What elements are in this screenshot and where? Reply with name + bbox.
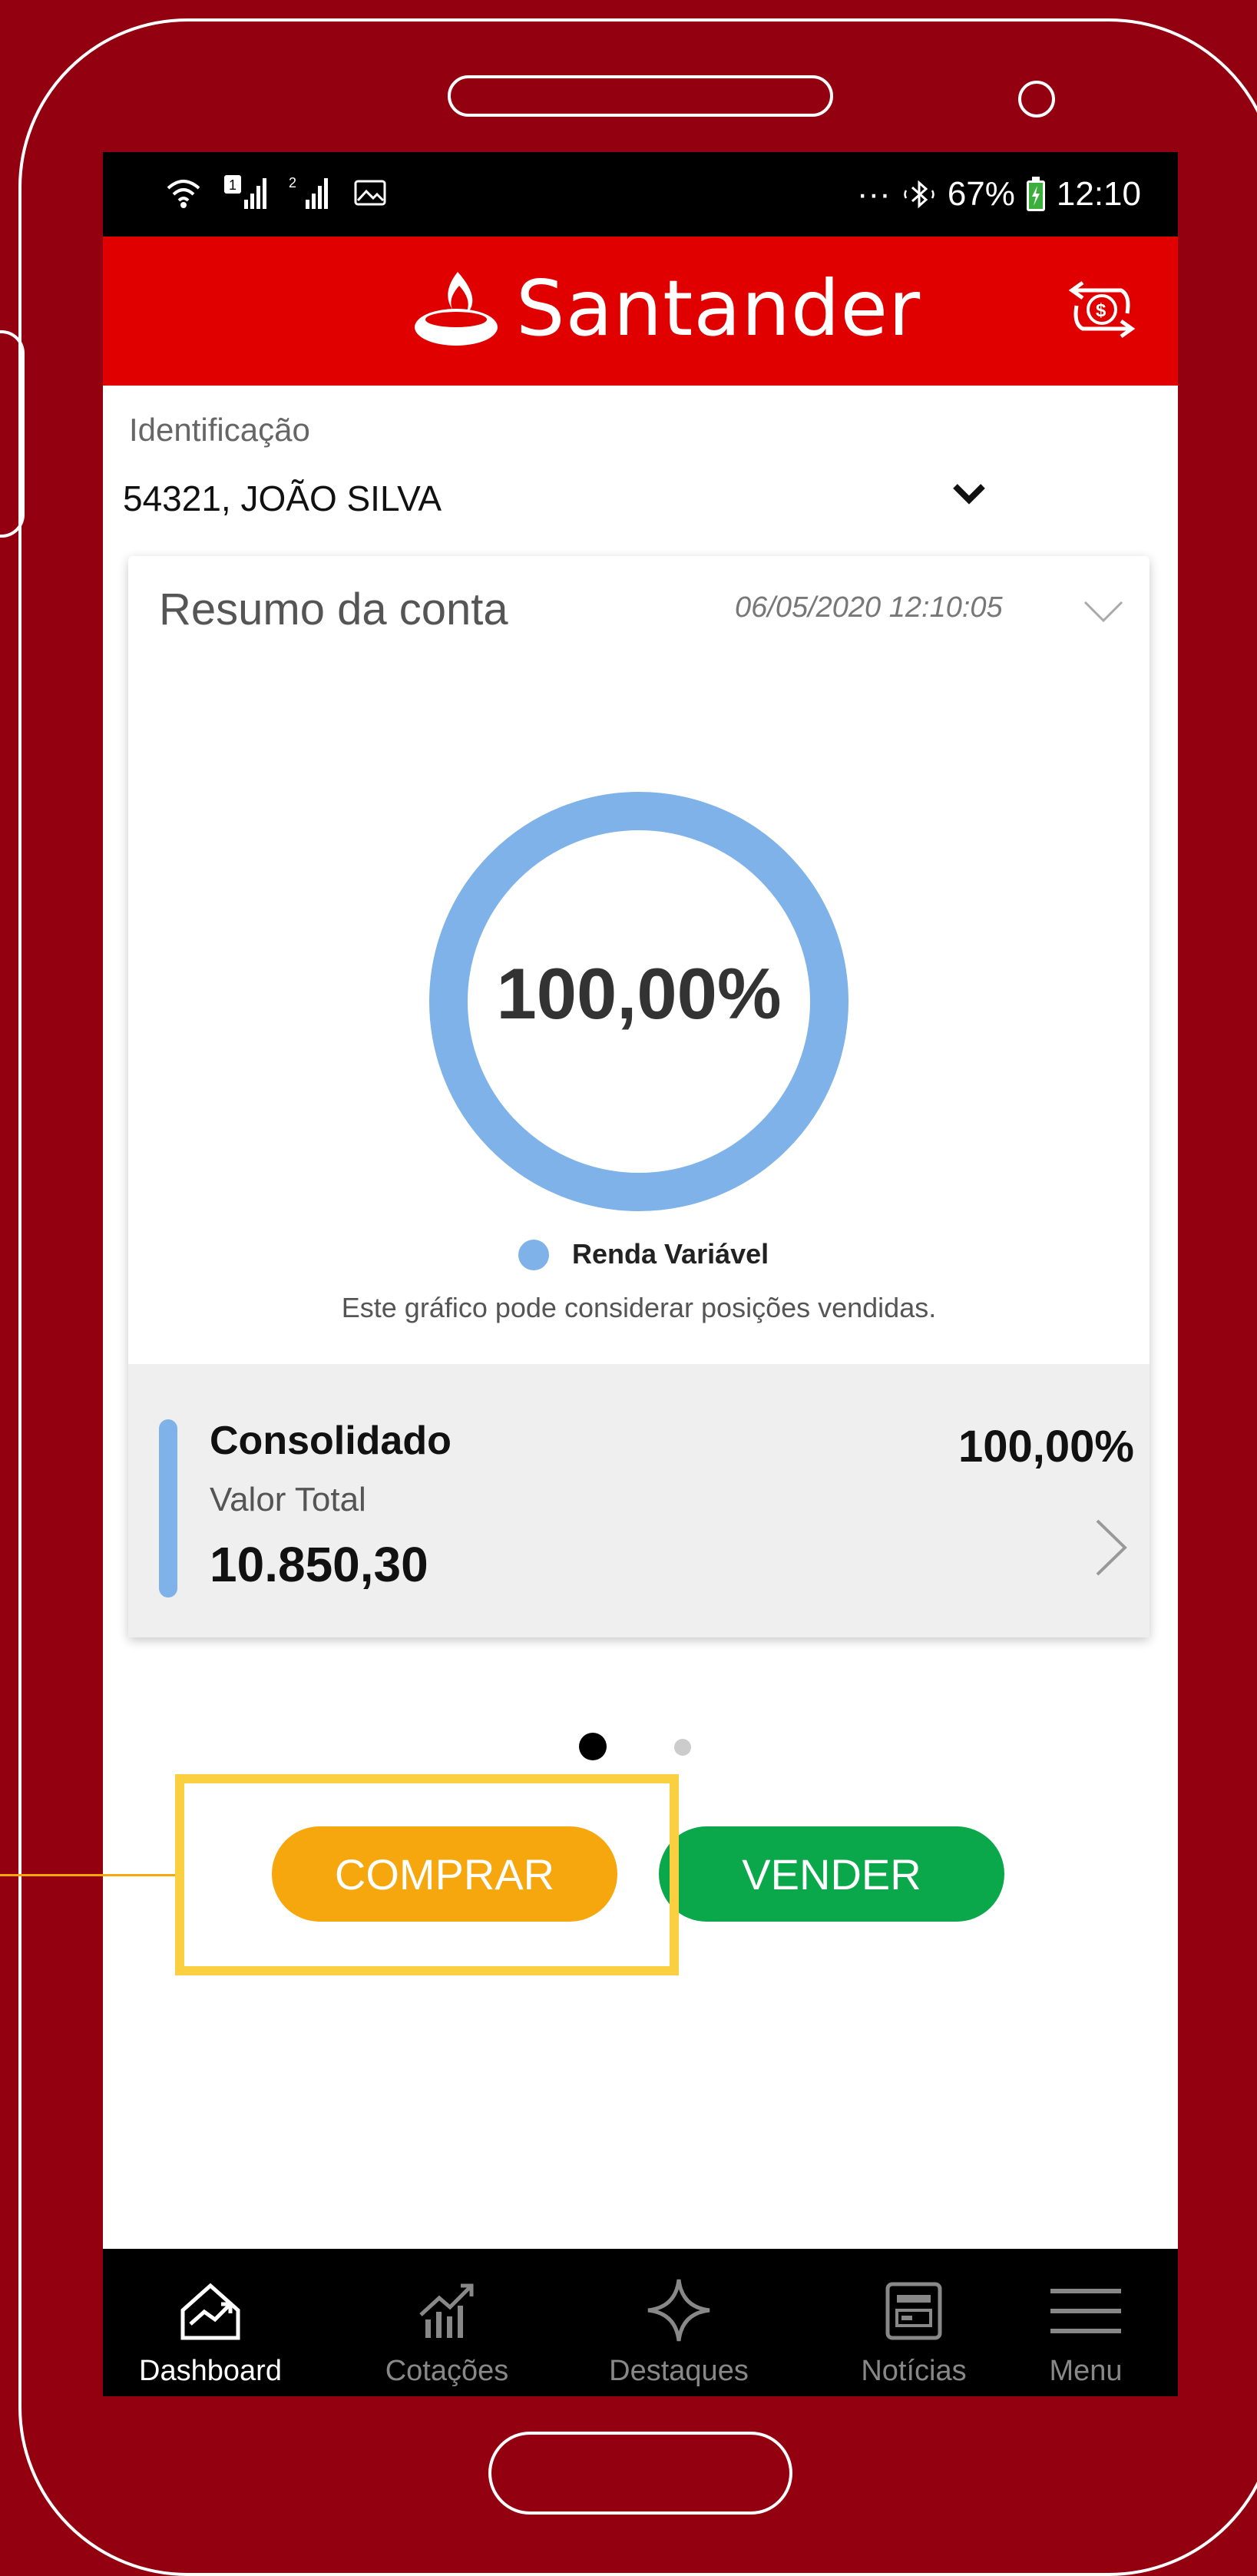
identification-label: Identificação — [129, 412, 310, 448]
identification-value[interactable]: 54321, JOÃO SILVA — [123, 478, 442, 519]
status-time: 12:10 — [1056, 175, 1141, 213]
phone-speaker — [448, 75, 833, 117]
status-bar: 1 2 ··· 67% 12:10 — [103, 152, 1178, 237]
nav-dashboard[interactable]: Dashboard — [126, 2249, 295, 2396]
dashboard-chart-icon — [180, 2283, 240, 2340]
svg-text:2: 2 — [289, 175, 296, 190]
svg-text:1: 1 — [229, 177, 237, 193]
phone-camera — [1018, 81, 1055, 118]
nav-news[interactable]: Notícias — [829, 2249, 998, 2396]
legend-swatch — [518, 1240, 549, 1270]
phone-home-button[interactable] — [488, 2432, 792, 2515]
app-header: Santander $ — [103, 237, 1178, 386]
donut-chart: 100,00% — [429, 792, 848, 1211]
signal-sim1-icon: 1 — [224, 175, 266, 209]
svg-text:$: $ — [1096, 300, 1106, 321]
total-value-label: Valor Total — [210, 1481, 366, 1518]
pager-dot-2[interactable] — [674, 1739, 691, 1756]
nav-quotes[interactable]: Cotações — [362, 2249, 531, 2396]
signal-sim2-icon: 2 — [289, 175, 328, 209]
hamburger-menu-icon — [1050, 2289, 1121, 2333]
status-left-icons: 1 2 — [164, 175, 387, 210]
legend-label: Renda Variável — [572, 1238, 769, 1270]
currency-exchange-icon[interactable]: $ — [1060, 267, 1144, 352]
nav-highlights[interactable]: Destaques — [594, 2249, 763, 2396]
status-more-indicator: ··· — [856, 175, 891, 213]
annotation-pointer-line — [0, 1874, 175, 1876]
donut-center-label: 100,00% — [496, 953, 781, 1034]
status-right: ··· 67% 12:10 — [857, 175, 1141, 214]
collapse-chevron-icon[interactable] — [1080, 596, 1126, 627]
total-value: 10.850,30 — [210, 1537, 428, 1592]
chevron-right-icon[interactable] — [1090, 1513, 1136, 1582]
card-title: Resumo da conta — [159, 584, 508, 634]
news-icon — [885, 2282, 942, 2340]
nav-highlights-label: Destaques — [609, 2355, 749, 2387]
buy-button-highlight — [175, 1774, 679, 1975]
chevron-down-icon[interactable] — [946, 475, 992, 513]
pager-dot-1[interactable] — [579, 1733, 607, 1760]
nav-quotes-label: Cotações — [385, 2355, 509, 2387]
battery-percent: 67% — [947, 175, 1015, 213]
sell-button[interactable]: VENDER — [659, 1826, 1004, 1922]
consolidated-color-bar — [159, 1419, 177, 1598]
nav-menu[interactable]: Menu — [1001, 2249, 1170, 2396]
nav-menu-label: Menu — [1049, 2355, 1123, 2387]
image-notification-icon — [354, 180, 386, 206]
chart-note: Este gráfico pode considerar posições ve… — [341, 1292, 937, 1323]
battery-charging-icon — [1026, 177, 1045, 211]
app-screen: 1 2 ··· 67% 12:10 Santander $ Identifica… — [103, 152, 1178, 2396]
star-sparkle-icon — [647, 2279, 710, 2342]
quotes-chart-icon — [419, 2283, 474, 2338]
wifi-icon — [167, 180, 200, 208]
brand-name: Santander — [516, 263, 921, 353]
bluetooth-icon — [904, 180, 934, 209]
account-summary-card: Resumo da conta 06/05/2020 12:10:05 100,… — [128, 556, 1149, 1637]
santander-flame-icon — [415, 272, 498, 346]
consolidated-row[interactable]: Consolidado 100,00% Valor Total 10.850,3… — [128, 1364, 1149, 1637]
phone-side-key — [0, 330, 25, 538]
consolidated-title: Consolidado — [210, 1419, 452, 1463]
nav-dashboard-label: Dashboard — [139, 2355, 282, 2387]
bottom-navigation: Dashboard Cotações Destaques Notícias Me… — [103, 2249, 1178, 2396]
card-timestamp: 06/05/2020 12:10:05 — [735, 591, 1003, 624]
nav-news-label: Notícias — [861, 2355, 967, 2387]
brand-logo: Santander — [410, 258, 921, 358]
consolidated-percent: 100,00% — [958, 1422, 1134, 1472]
